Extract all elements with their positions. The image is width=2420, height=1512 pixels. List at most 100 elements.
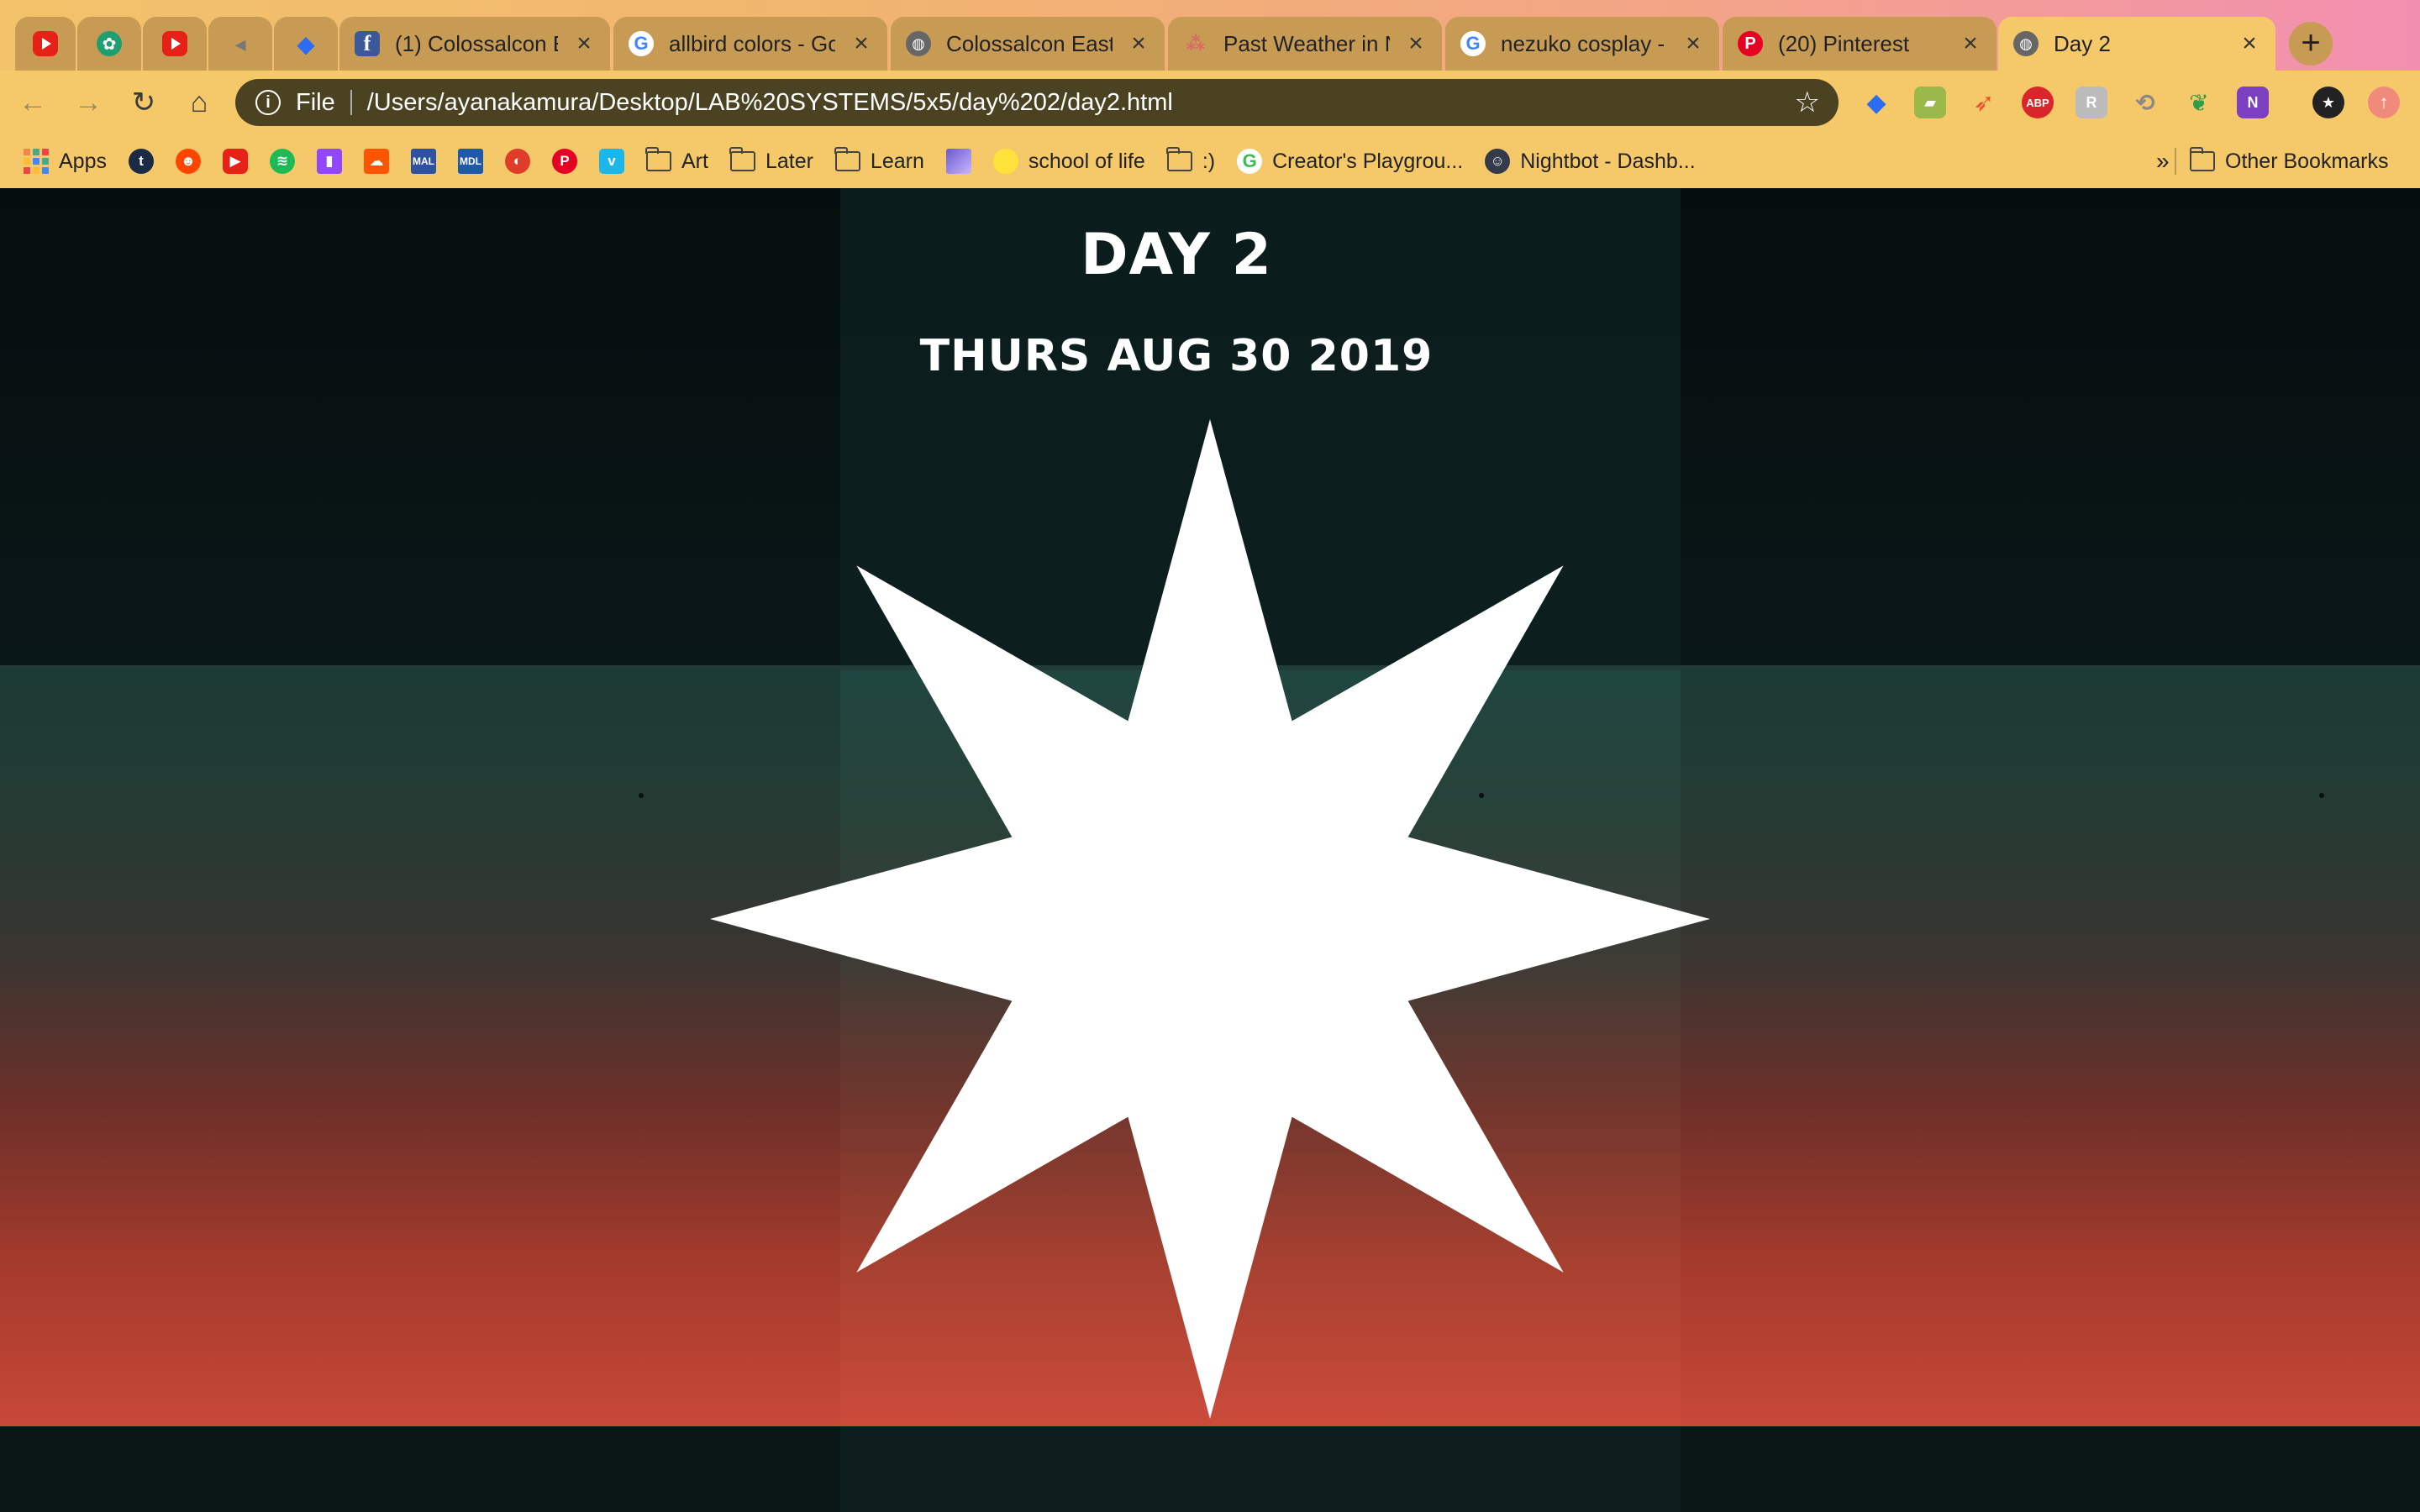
other-bookmarks[interactable]: Other Bookmarks [2189,147,2389,174]
home-button[interactable]: ⌂ [176,80,222,125]
bookmark-smile[interactable]: :) [1166,147,1216,174]
gem-icon: ◆ [297,30,315,57]
tumblr-icon: t [128,149,154,174]
close-icon[interactable]: × [2238,29,2260,58]
avatar[interactable]: ★ [2312,87,2344,118]
tab-pinned-leaf[interactable]: ✿ [77,17,141,71]
tab-title: Colossalcon East [946,30,1113,56]
forward-button[interactable]: → [66,80,111,125]
tab-day-2[interactable]: ◍ Day 2 × [1998,17,2275,71]
bookmark-star-icon[interactable]: ☆ [1795,86,1820,119]
back-button[interactable]: ← [10,80,55,125]
bookmark-learn[interactable]: Learn [834,147,924,174]
bookmark-apps[interactable]: Apps [24,149,107,174]
rotate-extension-icon[interactable]: ⟲ [2129,87,2161,118]
bookmark-label: school of life [1028,149,1145,173]
tab-past-weather[interactable]: ⁂ Past Weather in N × [1168,17,1442,71]
update-arrow-icon[interactable]: ↑ [2368,87,2400,118]
globe-icon: ◍ [2013,31,2039,56]
folder-icon [834,147,860,171]
pinterest-icon: P [551,149,577,174]
bookmark-art[interactable]: Art [645,147,708,174]
bookmark-label: Apps [59,149,107,173]
address-bar[interactable]: i File /Users/ayanakamura/Desktop/LAB%20… [235,79,1839,126]
background-panel-right [1681,188,2420,1512]
bookmark-myanimelist[interactable]: MAL [410,149,436,174]
tab-title: Past Weather in N [1223,30,1390,56]
bookmark-red-circle[interactable]: ◐ [504,149,530,174]
url-text[interactable]: /Users/ayanakamura/Desktop/LAB%20SYSTEMS… [367,89,1795,117]
page-date: THURS AUG 30 2019 [919,331,1434,381]
folder-icon [1166,147,1192,171]
apps-grid-icon [24,149,49,174]
tab-pinned-muted[interactable]: ◂ [208,17,272,71]
tab-title: Day 2 [2054,30,2111,56]
site-info-icon[interactable]: i [255,90,281,115]
eight-point-star-icon [710,419,1710,1419]
adblock-extension-icon[interactable]: ABP [2022,87,2054,118]
youtube-icon: ▶ [222,149,248,174]
scheme-label: File [296,88,335,116]
tab-allbird-colors[interactable]: G allbird colors - Go × [613,17,887,71]
tab-nezuko-cosplay[interactable]: G nezuko cosplay - × [1445,17,1719,71]
bookmark-label: Art [681,149,708,173]
bookmarks-overflow-button[interactable]: » [2156,148,2170,175]
close-icon[interactable]: × [1960,29,1981,58]
bookmark-pinterest[interactable]: P [551,149,577,174]
bookmark-tumblr[interactable]: t [128,149,154,174]
evernote-extension-icon[interactable]: ❦ [2183,87,2215,118]
tab-colossalcon-facebook[interactable]: f (1) Colossalcon Ea × [339,17,610,71]
muted-speaker-icon: ◂ [234,30,246,56]
divider [2175,148,2176,175]
close-icon[interactable]: × [850,29,872,58]
reload-button[interactable]: ↻ [121,80,166,125]
close-icon[interactable]: × [1128,29,1150,58]
bookmark-spotify[interactable]: ≋ [269,149,295,174]
folder-icon [729,147,755,171]
globe-icon: ◍ [906,31,931,56]
bookmark-school-of-life[interactable]: school of life [992,149,1145,174]
dots-icon: ⁂ [1186,33,1206,54]
folder-icon [645,147,671,171]
tab-pinned-gem[interactable]: ◆ [274,17,338,71]
plant-extension-icon[interactable]: ▰ [1914,87,1946,118]
tab-colossalcon-east[interactable]: ◍ Colossalcon East × [891,17,1165,71]
bookmark-nightbot[interactable]: ☺ Nightbot - Dashb... [1485,149,1696,174]
google-icon: G [629,31,654,56]
bookmark-creators-playground[interactable]: G Creator's Playgrou... [1237,149,1463,174]
gem-extension-icon[interactable]: ◆ [1860,87,1892,118]
tab-pinned-youtube[interactable] [15,17,76,71]
r-extension-icon[interactable]: R [2075,87,2107,118]
bookmark-youtube[interactable]: ▶ [222,149,248,174]
tab-pinned-youtube-2[interactable] [143,17,207,71]
bookmark-label: Learn [870,149,924,173]
tab-pinterest[interactable]: P (20) Pinterest × [1723,17,1996,71]
bird-extension-icon[interactable]: ➶ [1968,87,2000,118]
bookmark-label: Other Bookmarks [2225,149,2389,173]
onenote-extension-icon[interactable]: N [2237,87,2269,118]
close-icon[interactable]: × [1682,29,1704,58]
myanimelist-icon: MAL [410,149,436,174]
bookmark-label: Nightbot - Dashb... [1520,149,1696,173]
red-circle-icon: ◐ [504,149,530,174]
new-tab-button[interactable]: + [2289,22,2333,66]
bookmark-reddit[interactable]: ☻ [175,149,201,174]
bookmark-vimeo[interactable]: v [598,149,624,174]
bookmark-later[interactable]: Later [729,147,813,174]
mydramalist-icon: MDL [457,149,483,174]
soundcloud-icon: ☁ [363,149,389,174]
youtube-icon [162,31,187,56]
tab-strip: ✿ ◂ ◆ f (1) Colossalcon Ea × G allbird c… [0,0,2420,71]
close-icon[interactable]: × [573,29,595,58]
bookmark-twitch[interactable]: ▮ [316,149,342,174]
browser-toolbar: ← → ↻ ⌂ i File /Users/ayanakamura/Deskto… [0,71,2420,134]
bookmark-label: :) [1202,149,1216,173]
close-icon[interactable]: × [1405,29,1427,58]
page-title: DAY 2 [1081,222,1272,288]
yellow-circle-icon [992,149,1018,174]
green-g-icon: G [1237,149,1263,174]
bookmark-purple-image[interactable] [945,149,971,174]
bookmark-soundcloud[interactable]: ☁ [363,149,389,174]
bookmark-mydramalist[interactable]: MDL [457,149,483,174]
bookmark-label: Creator's Playgrou... [1272,149,1464,173]
